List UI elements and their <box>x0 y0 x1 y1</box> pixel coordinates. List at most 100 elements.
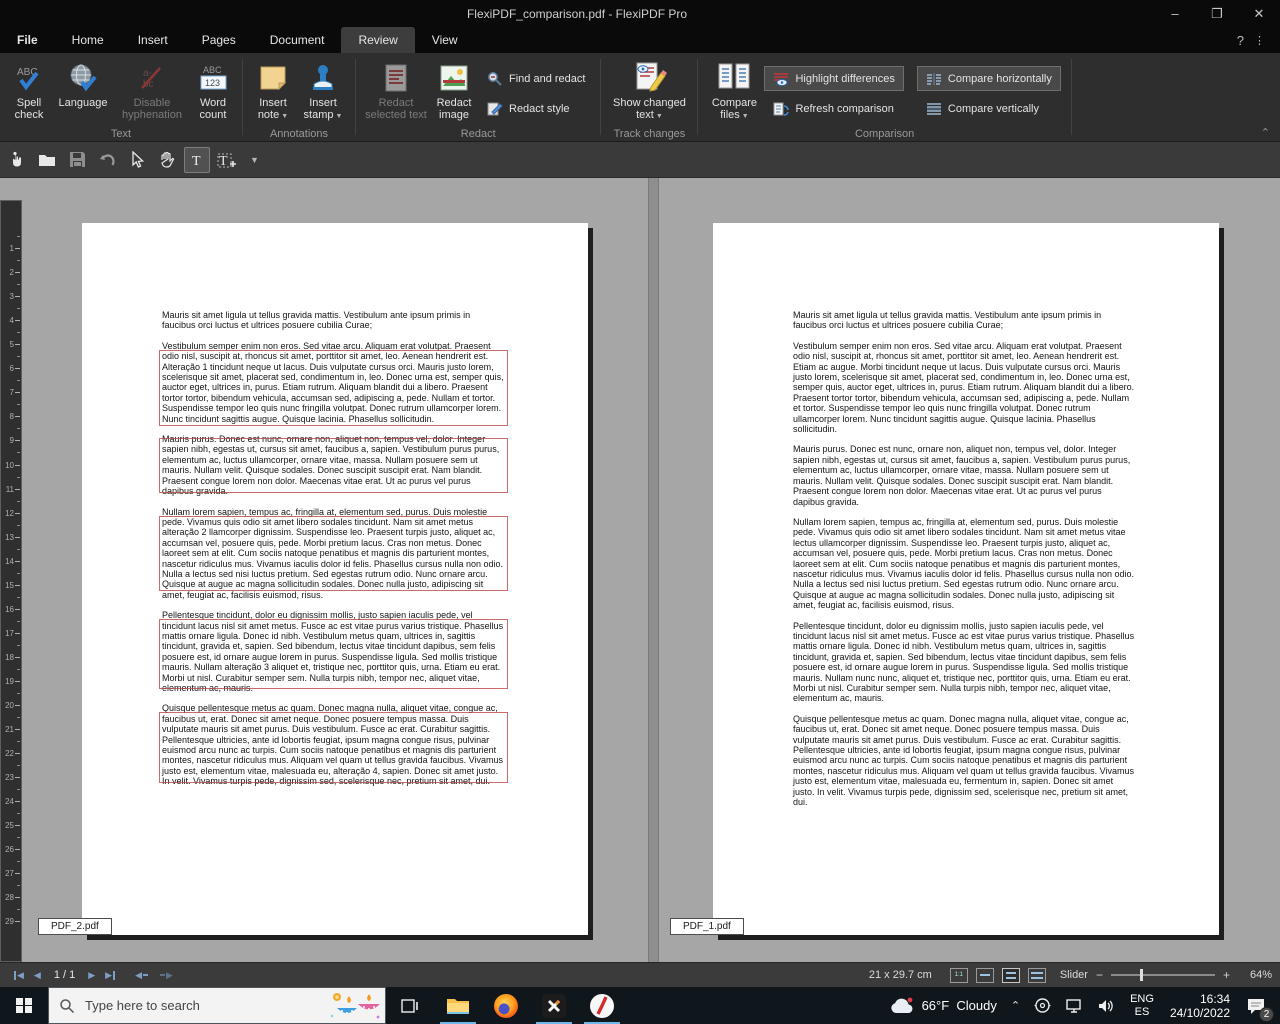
redact-selected-text-button[interactable]: Redact selected text <box>362 58 430 123</box>
redact-image-button[interactable]: Redact image <box>430 58 478 123</box>
left-pdf-page[interactable]: Mauris sit amet ligula ut tellus gravida… <box>82 223 588 935</box>
fit-page-button[interactable] <box>1002 968 1020 983</box>
start-button[interactable] <box>0 987 48 1024</box>
zoom-actual-size-button[interactable]: 1:1 <box>950 968 968 983</box>
pointer-tool-icon[interactable] <box>124 147 150 173</box>
refresh-comparison-button[interactable]: Refresh comparison <box>764 96 903 121</box>
flexipdf-button[interactable] <box>578 987 626 1024</box>
network-button[interactable] <box>1058 987 1090 1024</box>
disable-hyphenation-button[interactable]: a-bc Disable hyphenation <box>114 58 190 123</box>
zoom-slider[interactable] <box>1111 974 1215 976</box>
undo-icon[interactable] <box>94 147 120 173</box>
language-button[interactable]: Language <box>52 58 114 111</box>
pane-divider[interactable] <box>648 178 659 962</box>
right-pdf-page[interactable]: Mauris sit amet ligula ut tellus gravida… <box>713 223 1219 935</box>
save-icon[interactable] <box>64 147 90 173</box>
menu-tab-view[interactable]: View <box>415 27 475 53</box>
speaker-icon <box>1097 998 1115 1014</box>
touch-mode-icon[interactable] <box>4 147 30 173</box>
menu-tab-file[interactable]: File <box>0 27 55 53</box>
highlight-differences-button[interactable]: Highlight differences <box>764 66 903 91</box>
ribbon-collapse-chevron[interactable]: ⌃ <box>1261 126 1270 139</box>
menu-tab-home[interactable]: Home <box>55 27 121 53</box>
compare-files-button[interactable]: Compare files▼ <box>704 58 764 125</box>
first-page-button[interactable]: ◀ <box>13 970 24 981</box>
zoom-slider-thumb[interactable] <box>1140 969 1143 981</box>
toolbar-overflow-caret[interactable]: ▼ <box>244 155 265 165</box>
text-tool-icon[interactable]: T <box>184 147 210 173</box>
task-view-button[interactable] <box>386 987 434 1024</box>
network-icon <box>1065 998 1083 1014</box>
language-switcher[interactable]: ENG ES <box>1122 993 1162 1019</box>
firefox-button[interactable] <box>482 987 530 1024</box>
task-view-icon <box>400 997 420 1015</box>
zoom-in-button[interactable]: + <box>1223 968 1230 982</box>
zoom-out-button[interactable]: − <box>1096 968 1103 982</box>
previous-page-button[interactable]: ◀ <box>34 970 41 981</box>
diwali-doodle-icon <box>329 990 381 1022</box>
insert-text-frame-icon[interactable]: T <box>214 147 240 173</box>
fit-width-button[interactable] <box>976 968 994 983</box>
insert-stamp-button[interactable]: Insert stamp▼ <box>297 58 349 125</box>
difference-highlight-box <box>159 438 508 492</box>
close-button[interactable]: ✕ <box>1238 0 1280 27</box>
paragraph[interactable]: Nullam lorem sapien, tempus ac, fringill… <box>793 517 1135 611</box>
next-view-button[interactable]: ▶ <box>159 970 173 981</box>
spell-check-icon: ABC <box>13 60 45 96</box>
pan-hand-tool-icon[interactable] <box>154 147 180 173</box>
show-changed-text-button[interactable]: Show changed text▼ <box>607 58 691 125</box>
action-center-button[interactable]: 2 <box>1238 987 1280 1024</box>
insert-note-button[interactable]: Insert note▼ <box>249 58 297 125</box>
left-file-tag: PDF_2.pdf <box>38 918 112 935</box>
weather-widget[interactable]: 66°F Cloudy <box>882 987 1004 1024</box>
restore-button[interactable]: ❐ <box>1196 0 1238 27</box>
paragraph[interactable]: Mauris sit amet ligula ut tellus gravida… <box>162 310 504 331</box>
minimize-button[interactable]: – <box>1154 0 1196 27</box>
help-icon[interactable]: ? <box>1237 33 1244 48</box>
paragraph[interactable]: Vestibulum semper enim non eros. Sed vit… <box>162 341 504 424</box>
paragraph[interactable]: Mauris sit amet ligula ut tellus gravida… <box>793 310 1135 331</box>
paragraph[interactable]: Pellentesque tincidunt, dolor eu digniss… <box>793 621 1135 704</box>
right-document-pane[interactable]: 1234567891011121314151617181920 Mauris s… <box>659 178 1280 962</box>
pencil-doc-icon <box>487 101 503 117</box>
word-count-button[interactable]: ABC123 Word count <box>190 58 236 123</box>
compare-horizontally-button[interactable]: Compare horizontally <box>917 66 1061 91</box>
paragraph[interactable]: Quisque pellentesque metus ac quam. Done… <box>793 714 1135 808</box>
magnifier-icon <box>487 71 503 87</box>
word-count-icon: ABC123 <box>196 60 230 96</box>
spell-check-button[interactable]: ABC Spell check <box>6 58 52 123</box>
find-and-redact-button[interactable]: Find and redact <box>478 66 594 91</box>
next-page-button[interactable]: ▶ <box>88 970 95 981</box>
difference-highlight-box <box>159 619 508 689</box>
windows-logo-icon <box>16 998 32 1014</box>
last-page-button[interactable]: ▶ <box>105 970 116 981</box>
redact-style-button[interactable]: Redact style <box>478 96 594 121</box>
paragraph[interactable]: Mauris purus. Donec est nunc, ornare non… <box>793 444 1135 506</box>
tray-expand-chevron[interactable]: ⌃ <box>1004 987 1027 1024</box>
overflow-menu-icon[interactable]: ⋮ <box>1254 34 1266 47</box>
office-x-app-button[interactable] <box>530 987 578 1024</box>
volume-button[interactable] <box>1090 987 1122 1024</box>
menu-tab-insert[interactable]: Insert <box>121 27 185 53</box>
menu-tab-pages[interactable]: Pages <box>185 27 253 53</box>
clock[interactable]: 16:34 24/10/2022 <box>1162 992 1238 1020</box>
menu-tab-document[interactable]: Document <box>253 27 342 53</box>
open-folder-icon[interactable] <box>34 147 60 173</box>
menu-tab-review[interactable]: Review <box>341 27 414 53</box>
compare-vertically-button[interactable]: Compare vertically <box>917 96 1061 121</box>
paragraph[interactable]: Pellentesque tincidunt, dolor eu digniss… <box>162 610 504 693</box>
meet-now-button[interactable] <box>1027 987 1058 1024</box>
paragraph[interactable]: Quisque pellentesque metus ac quam. Done… <box>162 703 504 786</box>
paragraph[interactable]: Vestibulum semper enim non eros. Sed vit… <box>793 341 1135 435</box>
taskbar-search-input[interactable]: Type here to search <box>48 987 386 1024</box>
paragraph[interactable]: Mauris purus. Donec est nunc, ornare non… <box>162 434 504 496</box>
ribbon-group-annotations: Insert note▼ Insert stamp▼ Annotations <box>243 53 355 141</box>
left-document-pane[interactable]: Mauris sit amet ligula ut tellus gravida… <box>22 178 648 962</box>
difference-highlight-box <box>159 712 508 782</box>
file-explorer-button[interactable] <box>434 987 482 1024</box>
two-pages-button[interactable] <box>1028 968 1046 983</box>
paragraph[interactable]: Nullam lorem sapien, tempus ac, fringill… <box>162 507 504 601</box>
previous-view-button[interactable]: ◀ <box>135 970 149 981</box>
taskbar: Type here to search 66°F Clo <box>0 987 1280 1024</box>
x-app-icon <box>542 994 566 1018</box>
